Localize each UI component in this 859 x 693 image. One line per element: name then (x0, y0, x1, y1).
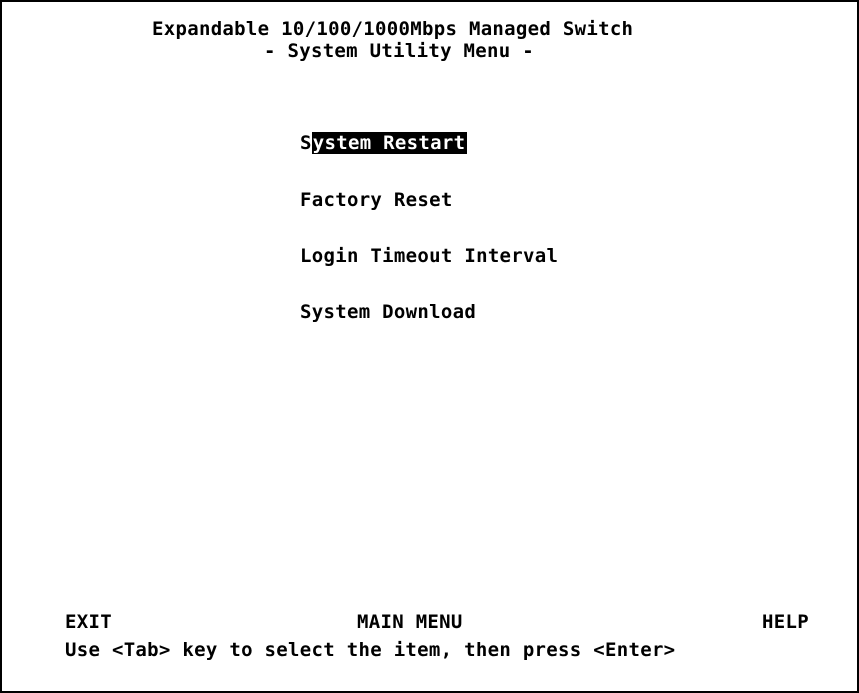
menu-item-factory-reset[interactable]: Factory Reset (300, 189, 453, 211)
menu-item-system-restart[interactable]: System Restart (300, 132, 468, 154)
menu-item-login-timeout-interval[interactable]: Login Timeout Interval (300, 245, 558, 267)
instruction-text: Use <Tab> key to select the item, then p… (65, 639, 676, 661)
menu-subtitle: - System Utility Menu - (264, 40, 534, 62)
exit-button[interactable]: EXIT (65, 611, 112, 633)
main-menu-button[interactable]: MAIN MENU (357, 611, 463, 633)
menu-item-system-download[interactable]: System Download (300, 301, 476, 323)
menu-item-selected-label: ystem Restart (311, 132, 468, 154)
terminal-window: Expandable 10/100/1000Mbps Managed Switc… (0, 0, 859, 693)
menu-item-cursor-char: S (300, 132, 312, 154)
help-button[interactable]: HELP (762, 611, 809, 633)
page-title: Expandable 10/100/1000Mbps Managed Switc… (152, 18, 634, 40)
